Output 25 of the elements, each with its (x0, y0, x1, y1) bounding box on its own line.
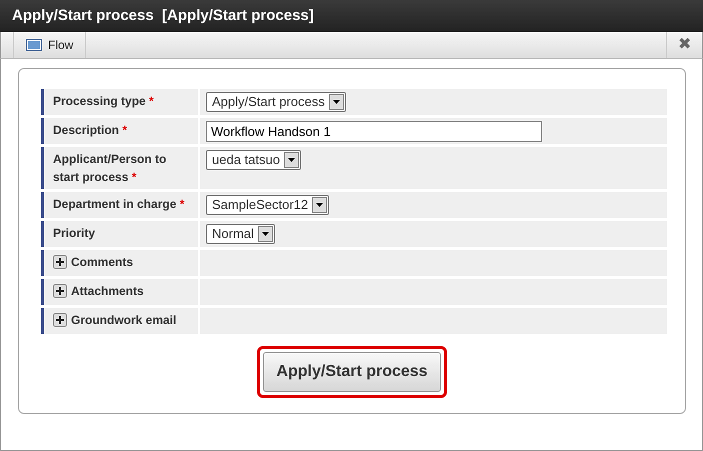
plus-icon (53, 255, 67, 269)
dropdown[interactable]: Normal (206, 224, 275, 244)
dropdown-arrow-icon (316, 203, 324, 207)
text-field[interactable]: Workflow Handson 1 (206, 121, 542, 142)
dropdown-arrow-icon (332, 100, 340, 104)
plus-icon (53, 284, 67, 298)
field-label: Applicant/Person to start process * (41, 147, 198, 189)
field-label: Description * (41, 118, 198, 144)
flow-tab[interactable]: Flow (13, 32, 86, 58)
dropdown-arrow-icon (288, 158, 295, 162)
section-toggle[interactable]: Attachments (41, 279, 198, 305)
dropdown[interactable]: ueda tatsuo (206, 150, 301, 170)
apply-start-button[interactable]: Apply/Start process (263, 352, 441, 392)
plus-icon (53, 313, 67, 327)
dropdown[interactable]: SampleSector12 (206, 195, 330, 215)
field-label: Processing type * (41, 89, 198, 115)
field-label: Priority (41, 221, 198, 247)
dropdown[interactable]: Apply/Start process (206, 92, 346, 112)
dropdown-arrow-icon (262, 232, 269, 236)
field-label: Department in charge * (41, 192, 198, 218)
window-title: Apply/Start process [Apply/Start process] (0, 0, 703, 32)
window-icon (26, 39, 42, 51)
close-button[interactable]: ✖ (666, 32, 702, 58)
section-toggle[interactable]: Comments (41, 250, 198, 276)
section-toggle[interactable]: Groundwork email (41, 308, 198, 334)
